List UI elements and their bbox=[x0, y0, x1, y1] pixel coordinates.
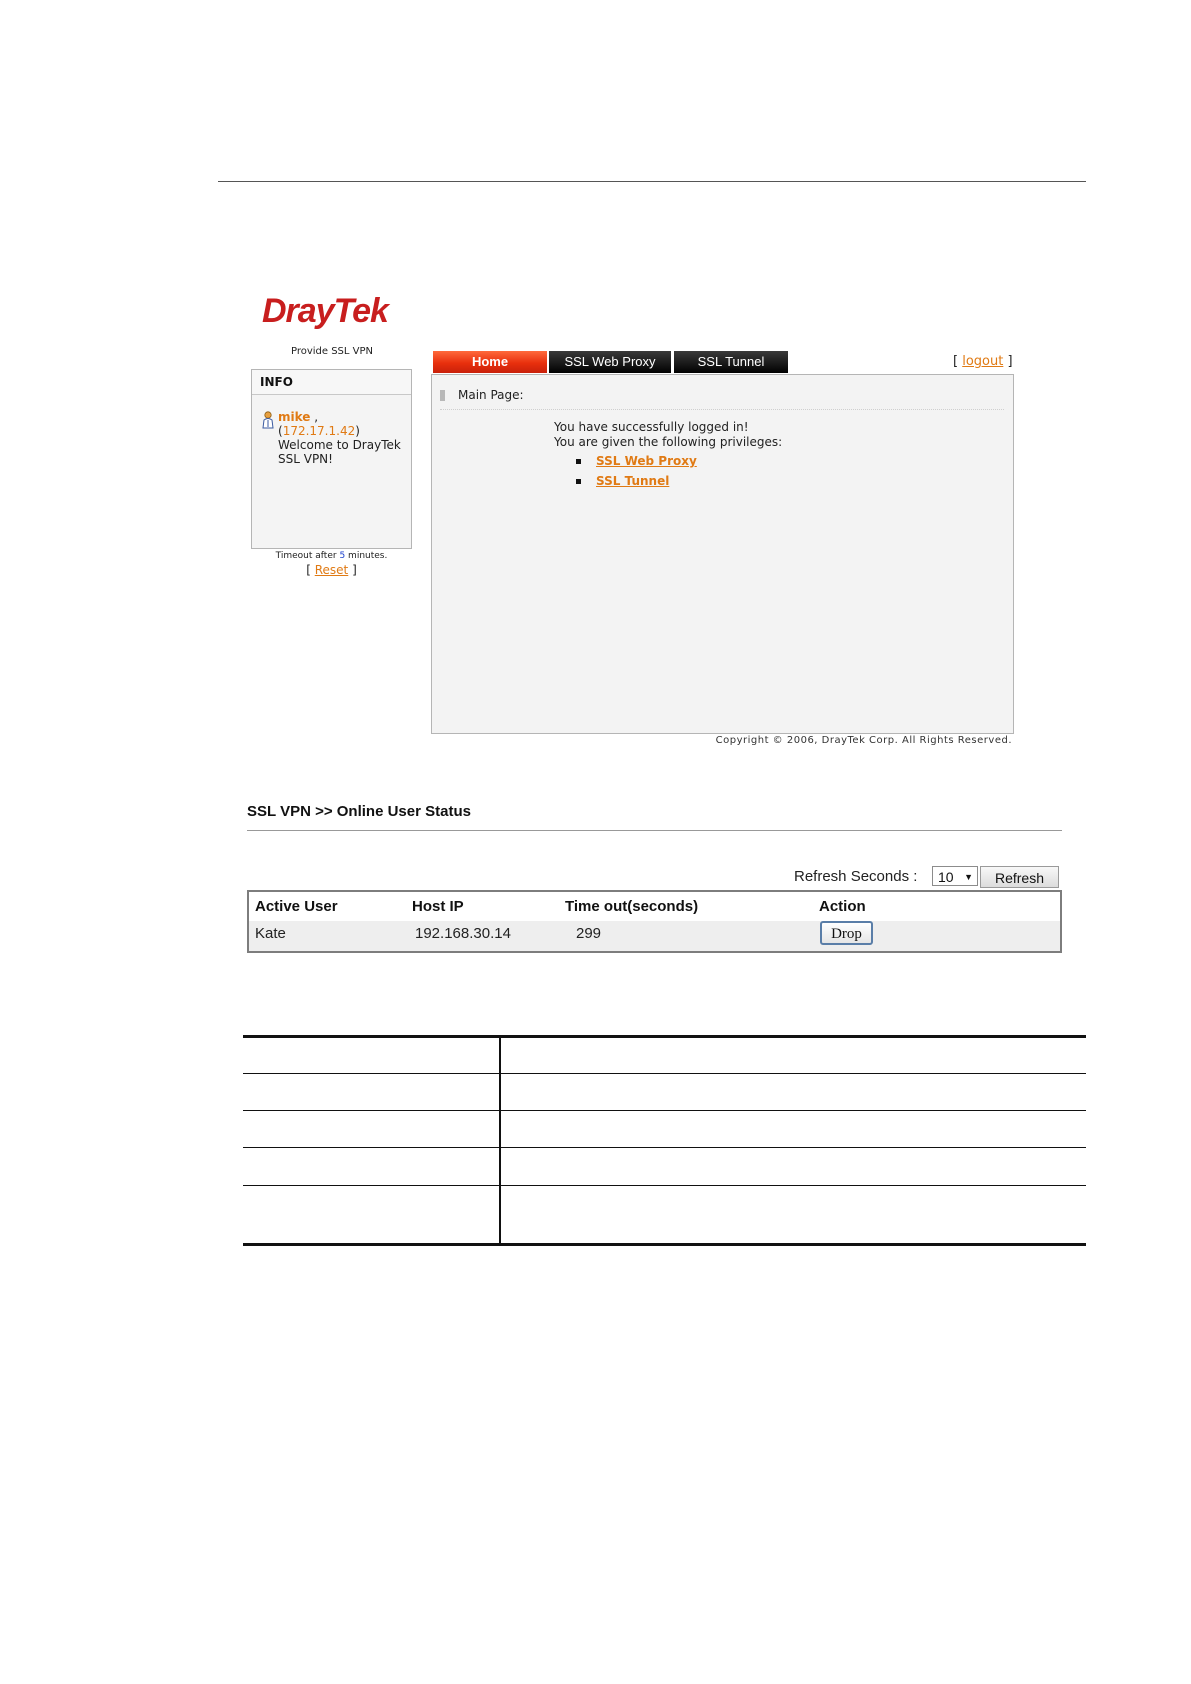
reset-link[interactable]: Reset bbox=[315, 563, 349, 577]
cell-host-ip: 192.168.30.14 bbox=[415, 925, 511, 942]
drop-button[interactable]: Drop bbox=[820, 921, 873, 945]
table-rule bbox=[243, 1073, 1086, 1074]
table-rule bbox=[243, 1243, 1086, 1246]
main-page-title: Main Page: bbox=[458, 388, 524, 402]
refresh-seconds-label: Refresh Seconds : bbox=[794, 868, 918, 885]
status-page-title: SSL VPN >> Online User Status bbox=[247, 803, 471, 820]
info-title: INFO bbox=[252, 370, 411, 395]
main-page-header: Main Page: bbox=[440, 385, 1004, 410]
refresh-seconds-value: 10 bbox=[938, 869, 954, 885]
timeout-prefix: Timeout after bbox=[275, 551, 337, 561]
privilege-link-web-proxy[interactable]: SSL Web Proxy bbox=[596, 454, 697, 468]
user-icon bbox=[262, 411, 274, 429]
tab-ssl-tunnel[interactable]: SSL Tunnel bbox=[674, 351, 788, 373]
dropdown-arrow-icon: ▼ bbox=[964, 872, 973, 882]
table-rule bbox=[243, 1035, 1086, 1038]
draytek-logo: DrayTek bbox=[262, 292, 389, 330]
refresh-seconds-select[interactable]: 10 ▼ bbox=[932, 866, 978, 886]
column-divider bbox=[499, 1035, 501, 1246]
bullet-icon bbox=[576, 479, 581, 484]
privilege-link-tunnel[interactable]: SSL Tunnel bbox=[596, 474, 669, 488]
online-user-table: Active User Host IP Time out(seconds) Ac… bbox=[247, 890, 1062, 953]
user-ip: 172.17.1.42 bbox=[282, 424, 356, 438]
user-name: mike bbox=[278, 410, 311, 424]
privileges-intro: You are given the following privileges: bbox=[554, 435, 783, 449]
bullet-icon bbox=[576, 459, 581, 464]
refresh-button[interactable]: Refresh bbox=[980, 866, 1059, 888]
column-header-action: Action bbox=[819, 898, 866, 915]
reset-line: [ Reset ] bbox=[306, 563, 357, 577]
table-rule bbox=[243, 1185, 1086, 1186]
column-header-active-user: Active User bbox=[255, 898, 338, 915]
cell-timeout: 299 bbox=[576, 925, 602, 942]
title-rule bbox=[247, 830, 1062, 831]
logout-link[interactable]: logout bbox=[962, 354, 1003, 369]
tab-ssl-web-proxy[interactable]: SSL Web Proxy bbox=[549, 351, 671, 373]
column-header-timeout: Time out(seconds) bbox=[565, 898, 699, 915]
cell-active-user: Kate bbox=[255, 925, 286, 942]
timeout-value: 5 bbox=[339, 551, 346, 561]
header-marker bbox=[440, 390, 445, 401]
user-info-text: mike , (172.17.1.42) Welcome to DrayTek … bbox=[278, 410, 410, 466]
table-row bbox=[249, 921, 1060, 951]
page-top-rule bbox=[218, 181, 1086, 182]
copyright-text: Copyright © 2006, DrayTek Corp. All Righ… bbox=[715, 735, 1012, 746]
column-header-host-ip: Host IP bbox=[412, 898, 464, 915]
login-message: You have successfully logged in! You are… bbox=[554, 420, 782, 450]
welcome-text: Welcome to DrayTek SSL VPN! bbox=[278, 438, 401, 466]
timeout-note: Timeout after 5 minutes. bbox=[251, 551, 412, 561]
tab-home[interactable]: Home bbox=[433, 351, 547, 373]
login-success-text: You have successfully logged in! bbox=[554, 420, 749, 434]
main-panel: Main Page: You have successfully logged … bbox=[431, 374, 1014, 734]
table-rule bbox=[243, 1147, 1086, 1148]
logout-line: [ logout ] bbox=[953, 354, 1013, 369]
description-table bbox=[243, 1035, 1086, 1246]
info-panel: INFO mike , (172.17.1.42) Welcome to Dra… bbox=[251, 369, 412, 549]
timeout-suffix: minutes. bbox=[348, 551, 388, 561]
logo-subtitle: Provide SSL VPN bbox=[290, 346, 374, 357]
table-rule bbox=[243, 1110, 1086, 1111]
